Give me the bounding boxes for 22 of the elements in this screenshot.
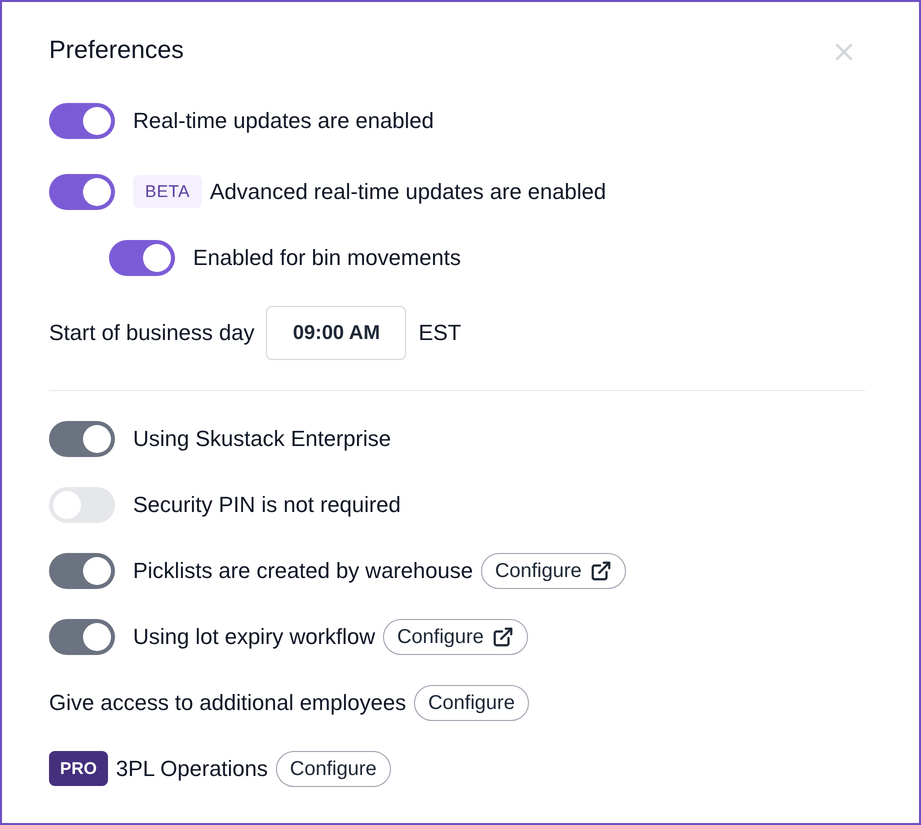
- setting-label: Picklists are created by warehouse: [133, 557, 473, 585]
- setting-label: 3PL Operations: [116, 755, 268, 783]
- external-link-icon: [590, 560, 612, 582]
- beta-badge: BETA: [133, 174, 202, 208]
- dialog-title: Preferences: [49, 35, 184, 66]
- time-field[interactable]: 09:00 AM: [266, 306, 406, 360]
- setting-label: Using lot expiry workflow: [133, 623, 376, 651]
- configure-button[interactable]: Configure: [414, 684, 529, 720]
- timezone-label: EST: [418, 319, 462, 347]
- external-link-icon: [492, 626, 514, 648]
- setting-label: Enabled for bin movements: [193, 244, 461, 272]
- setting-label: Give access to additional employees: [49, 689, 406, 717]
- setting-label: Advanced real-time updates are enabled: [210, 178, 606, 206]
- setting-label: Using Skustack Enterprise: [133, 425, 391, 453]
- setting-label: Real-time updates are enabled: [133, 107, 434, 135]
- pro-badge: PRO: [49, 750, 108, 786]
- toggle-switch[interactable]: [49, 102, 115, 138]
- business-day-label: Start of business day: [49, 319, 254, 347]
- setting-label: Security PIN is not required: [133, 491, 401, 519]
- toggle-switch[interactable]: [109, 240, 175, 276]
- toggle-switch[interactable]: [49, 174, 115, 210]
- configure-button[interactable]: Configure: [276, 750, 391, 786]
